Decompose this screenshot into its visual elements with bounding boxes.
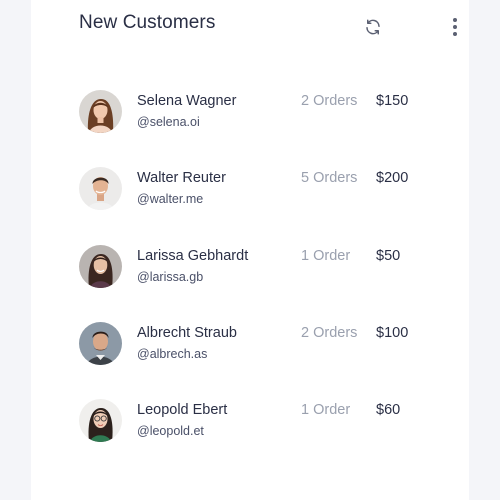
customer-row[interactable]: Selena Wagner @selena.oi 2 Orders $150 — [79, 90, 429, 167]
customer-name: Walter Reuter — [137, 170, 226, 187]
order-amount: $50 — [376, 247, 401, 264]
refresh-icon[interactable] — [364, 18, 386, 40]
avatar — [79, 167, 122, 211]
customer-row[interactable]: Albrecht Straub @albrech.as 2 Orders $10… — [79, 321, 429, 399]
avatar — [79, 399, 122, 442]
customer-handle: @selena.oi — [137, 115, 200, 129]
customer-list: Selena Wagner @selena.oi 2 Orders $150 W… — [79, 90, 429, 476]
avatar — [79, 321, 122, 365]
customer-handle: @walter.me — [137, 192, 204, 207]
order-count: 5 Orders — [301, 170, 358, 187]
customer-row[interactable]: Larissa Gebhardt @larissa.gb 1 Order $50 — [79, 244, 429, 322]
more-vertical-icon[interactable] — [447, 17, 463, 39]
order-count: 2 Orders — [301, 93, 358, 109]
order-amount: $100 — [376, 324, 409, 341]
order-count: 2 Orders — [301, 324, 358, 341]
customer-handle: @leopold.et — [137, 424, 204, 438]
avatar — [79, 244, 122, 288]
customer-row[interactable]: Leopold Ebert @leopold.et 1 Order $60 — [79, 399, 429, 476]
card-title: New Customers — [79, 12, 216, 33]
customer-name: Selena Wagner — [137, 93, 237, 109]
order-amount: $150 — [376, 93, 409, 109]
new-customers-card: New Customers Selena Wagner @selena.oi 2… — [31, 0, 469, 500]
avatar — [79, 90, 122, 133]
customer-name: Larissa Gebhardt — [137, 247, 249, 264]
order-amount: $60 — [376, 402, 401, 418]
customer-handle: @albrech.as — [137, 346, 208, 361]
customer-row[interactable]: Walter Reuter @walter.me 5 Orders $200 — [79, 167, 429, 244]
card-header: New Customers — [79, 12, 457, 40]
order-count: 1 Order — [301, 402, 351, 418]
customer-name: Albrecht Straub — [137, 324, 237, 341]
customer-handle: @larissa.gb — [137, 269, 204, 284]
order-amount: $200 — [376, 170, 409, 187]
customer-name: Leopold Ebert — [137, 402, 228, 418]
order-count: 1 Order — [301, 247, 351, 264]
